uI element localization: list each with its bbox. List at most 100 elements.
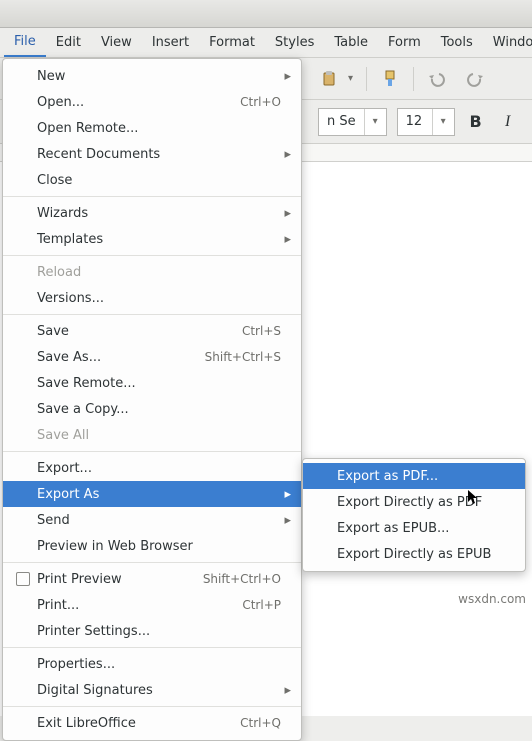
menu-item-preview-in-web-browser[interactable]: Preview in Web Browser bbox=[3, 533, 301, 559]
menu-item-label: Export... bbox=[33, 461, 281, 476]
undo-icon bbox=[429, 71, 445, 87]
menu-item-label: Wizards bbox=[33, 206, 281, 221]
submenu-arrow-icon: ▸ bbox=[281, 232, 291, 247]
menu-item-save-a-copy[interactable]: Save a Copy... bbox=[3, 396, 301, 422]
italic-button[interactable]: I bbox=[497, 113, 519, 131]
menu-item-accelerator: Ctrl+P bbox=[232, 598, 281, 612]
menu-file[interactable]: File bbox=[4, 28, 46, 57]
menu-item-wizards[interactable]: Wizards▸ bbox=[3, 200, 301, 226]
menu-item-printer-settings[interactable]: Printer Settings... bbox=[3, 618, 301, 644]
menu-item-label: Save a Copy... bbox=[33, 402, 281, 417]
export-as-submenu: Export as PDF... Export Directly as PDF Ex… bbox=[302, 458, 526, 572]
menu-item-accelerator: Ctrl+O bbox=[230, 95, 281, 109]
menu-item-close[interactable]: Close bbox=[3, 167, 301, 193]
menu-item-versions[interactable]: Versions... bbox=[3, 285, 301, 311]
submenu-arrow-icon: ▸ bbox=[281, 147, 291, 162]
submenu-arrow-icon: ▸ bbox=[281, 206, 291, 221]
menu-separator bbox=[3, 196, 301, 197]
menu-item-label: Open... bbox=[33, 95, 230, 110]
menu-tools[interactable]: Tools bbox=[431, 29, 483, 56]
menu-edit[interactable]: Edit bbox=[46, 29, 91, 56]
menu-item-label: Versions... bbox=[33, 291, 281, 306]
menu-item-save-all: Save All bbox=[3, 422, 301, 448]
submenu-arrow-icon: ▸ bbox=[281, 69, 291, 84]
menu-item-label: Properties... bbox=[33, 657, 281, 672]
menu-form[interactable]: Form bbox=[378, 29, 431, 56]
menu-item-label: Printer Settings... bbox=[33, 624, 281, 639]
menu-separator bbox=[3, 562, 301, 563]
menu-item-save[interactable]: SaveCtrl+S bbox=[3, 318, 301, 344]
menu-styles[interactable]: Styles bbox=[265, 29, 324, 56]
menu-item-templates[interactable]: Templates▸ bbox=[3, 226, 301, 252]
menu-item-label: Send bbox=[33, 513, 281, 528]
clipboard-icon bbox=[321, 71, 337, 87]
menu-item-label: Digital Signatures bbox=[33, 683, 281, 698]
menu-item-recent-documents[interactable]: Recent Documents▸ bbox=[3, 141, 301, 167]
file-menu-dropdown: New▸Open...Ctrl+OOpen Remote...Recent Do… bbox=[2, 58, 302, 741]
menu-format[interactable]: Format bbox=[199, 29, 265, 56]
menu-item-export-as[interactable]: Export As▸ bbox=[3, 481, 301, 507]
menu-item-accelerator: Ctrl+Q bbox=[230, 716, 281, 730]
menu-separator bbox=[3, 706, 301, 707]
menu-item-accelerator: Shift+Ctrl+S bbox=[195, 350, 281, 364]
menu-view[interactable]: View bbox=[91, 29, 142, 56]
menu-item-accelerator: Shift+Ctrl+O bbox=[193, 572, 281, 586]
submenu-arrow-icon: ▸ bbox=[281, 487, 291, 502]
menu-item-label: Preview in Web Browser bbox=[33, 539, 281, 554]
menu-item-label: Print Preview bbox=[33, 572, 193, 587]
paintbrush-icon bbox=[381, 70, 399, 88]
menu-table[interactable]: Table bbox=[324, 29, 378, 56]
menu-item-reload: Reload bbox=[3, 259, 301, 285]
menu-separator bbox=[3, 451, 301, 452]
menu-window[interactable]: Window bbox=[483, 29, 532, 56]
checkbox-icon bbox=[16, 572, 30, 586]
menu-item-label: Reload bbox=[33, 265, 281, 280]
menu-item-send[interactable]: Send▸ bbox=[3, 507, 301, 533]
menu-item-label: Export as EPUB... bbox=[333, 521, 515, 536]
menu-item-print-preview[interactable]: Print PreviewShift+Ctrl+O bbox=[3, 566, 301, 592]
menu-item-label: Save All bbox=[33, 428, 281, 443]
menu-item-label: Recent Documents bbox=[33, 147, 281, 162]
undo-button[interactable] bbox=[422, 64, 452, 94]
paste-button[interactable]: ▾ bbox=[316, 64, 358, 94]
redo-button[interactable] bbox=[460, 64, 490, 94]
menu-item-export-directly-as-epub[interactable]: Export Directly as EPUB bbox=[303, 541, 525, 567]
menu-item-label: Save Remote... bbox=[33, 376, 281, 391]
menu-item-label: Close bbox=[33, 173, 281, 188]
menu-item-save-remote[interactable]: Save Remote... bbox=[3, 370, 301, 396]
menu-item-label: Export as PDF... bbox=[333, 469, 515, 484]
menu-item-digital-signatures[interactable]: Digital Signatures▸ bbox=[3, 677, 301, 703]
font-name-value: n Se bbox=[319, 114, 364, 129]
menubar: File Edit View Insert Format Styles Tabl… bbox=[0, 28, 532, 58]
menu-item-export-as-epub[interactable]: Export as EPUB... bbox=[303, 515, 525, 541]
chevron-down-icon[interactable]: ▾ bbox=[364, 109, 386, 135]
menu-item-save-as[interactable]: Save As...Shift+Ctrl+S bbox=[3, 344, 301, 370]
mouse-cursor-icon bbox=[468, 490, 478, 506]
menu-item-export-as-pdf[interactable]: Export as PDF... bbox=[303, 463, 525, 489]
font-size-combo[interactable]: 12 ▾ bbox=[397, 108, 455, 136]
menu-item-label: Templates bbox=[33, 232, 281, 247]
menu-item-accelerator: Ctrl+S bbox=[232, 324, 281, 338]
menu-item-label: Export Directly as EPUB bbox=[333, 547, 515, 562]
chevron-down-icon[interactable]: ▾ bbox=[432, 109, 454, 135]
redo-icon bbox=[467, 71, 483, 87]
menu-item-new[interactable]: New▸ bbox=[3, 63, 301, 89]
menu-item-label: Exit LibreOffice bbox=[33, 716, 230, 731]
bold-button[interactable]: B bbox=[465, 112, 487, 131]
menu-item-label: Save bbox=[33, 324, 232, 339]
menu-item-export[interactable]: Export... bbox=[3, 455, 301, 481]
font-name-combo[interactable]: n Se ▾ bbox=[318, 108, 387, 136]
menu-item-exit-libreoffice[interactable]: Exit LibreOfficeCtrl+Q bbox=[3, 710, 301, 736]
menu-item-print[interactable]: Print...Ctrl+P bbox=[3, 592, 301, 618]
window-titlebar bbox=[0, 0, 532, 28]
toolbar-separator bbox=[413, 67, 414, 91]
menu-item-properties[interactable]: Properties... bbox=[3, 651, 301, 677]
menu-separator bbox=[3, 255, 301, 256]
clone-formatting-button[interactable] bbox=[375, 64, 405, 94]
menu-item-open-remote[interactable]: Open Remote... bbox=[3, 115, 301, 141]
menu-item-open[interactable]: Open...Ctrl+O bbox=[3, 89, 301, 115]
menu-item-export-directly-as-pdf[interactable]: Export Directly as PDF bbox=[303, 489, 525, 515]
menu-insert[interactable]: Insert bbox=[142, 29, 199, 56]
menu-item-label: Export As bbox=[33, 487, 281, 502]
toolbar-separator bbox=[366, 67, 367, 91]
